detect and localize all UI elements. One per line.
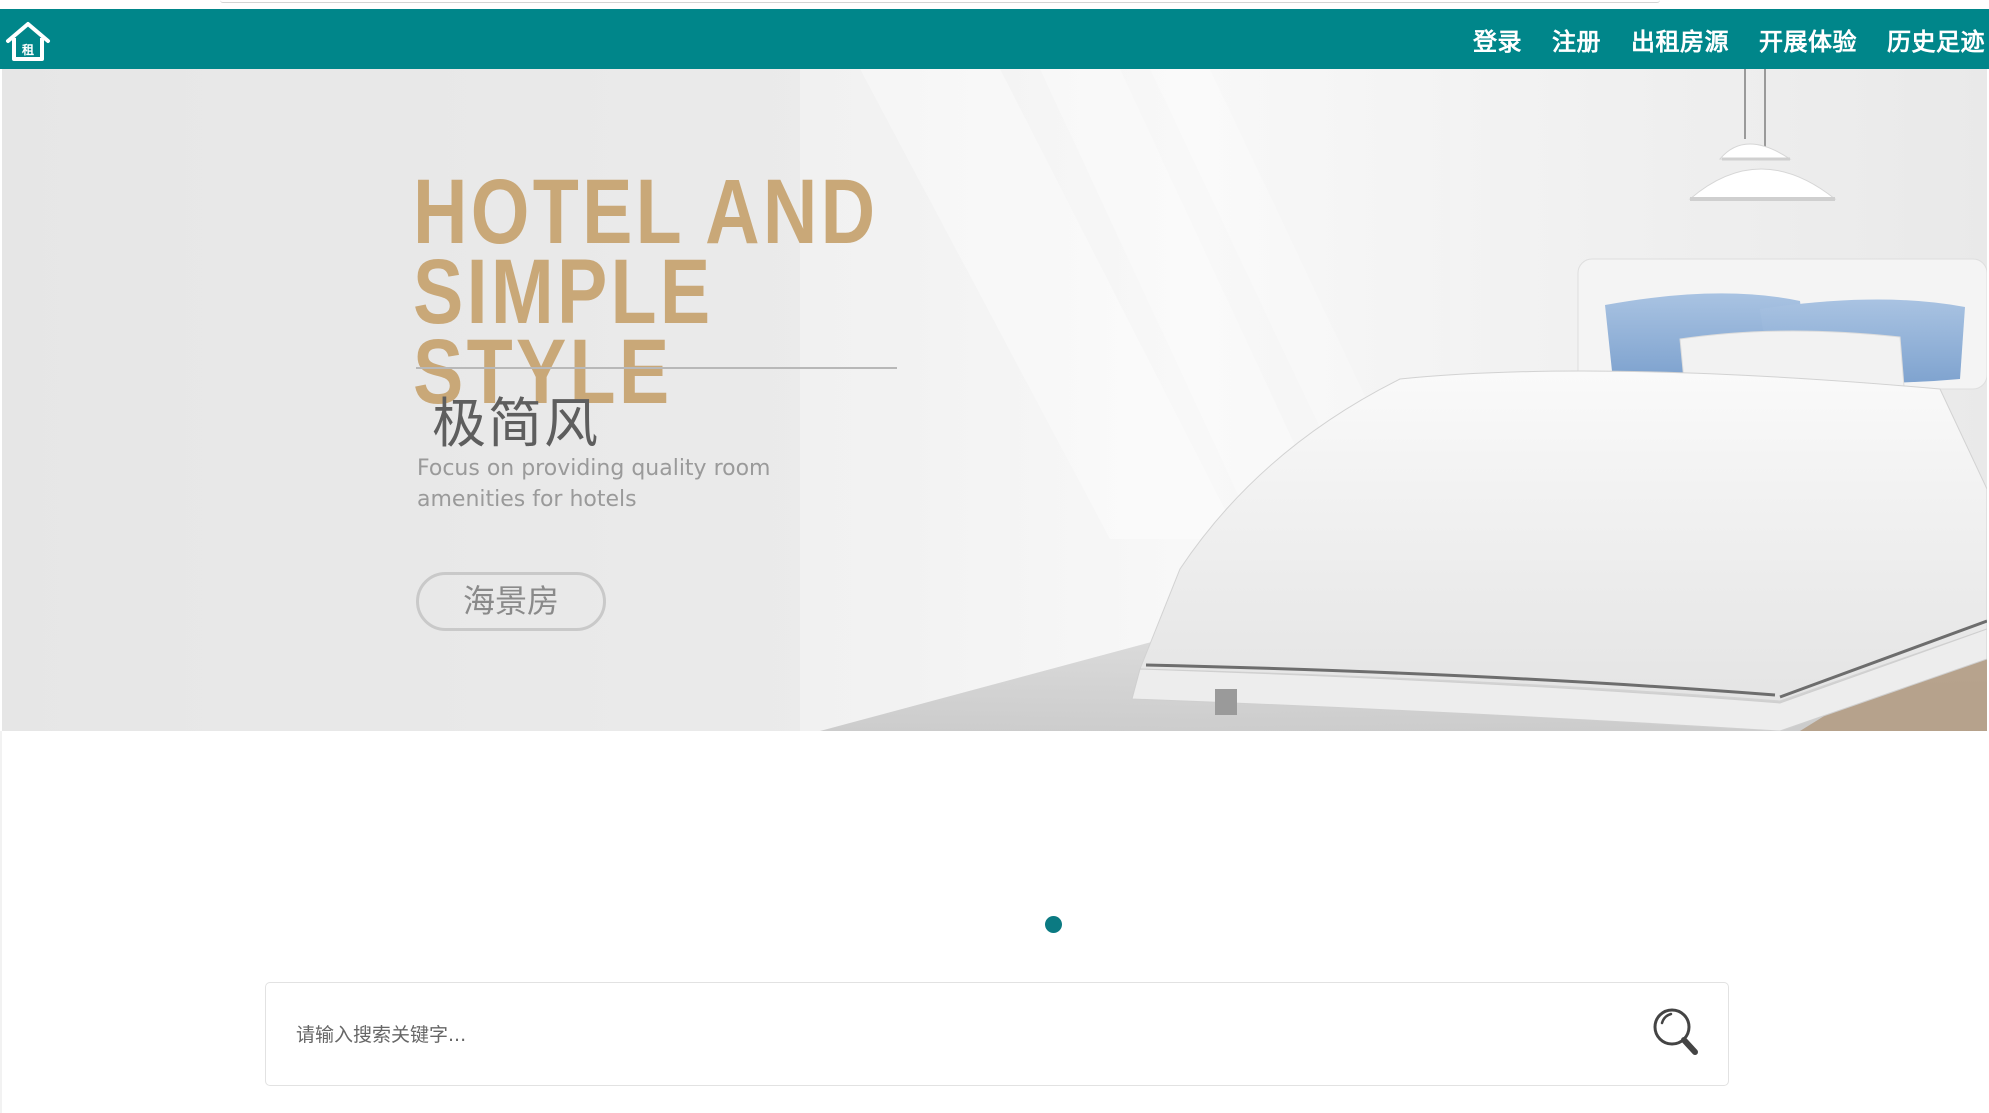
nav-login-link[interactable]: 登录 xyxy=(1473,22,1522,57)
logo-glyph: 租 xyxy=(22,43,34,57)
hero-subtitle-cn: 极简风 xyxy=(432,392,600,455)
hero-description: Focus on providing quality room amenitie… xyxy=(417,453,817,515)
nav-history-link[interactable]: 历史足迹 xyxy=(1887,22,1985,57)
sea-view-room-button[interactable]: 海景房 xyxy=(416,572,606,631)
carousel-indicator-dot[interactable] xyxy=(1045,916,1062,933)
nav-register-link[interactable]: 注册 xyxy=(1552,22,1601,57)
hero-banner[interactable]: HOTEL AND SIMPLE STYLE 极简风 Focus on prov… xyxy=(0,69,1987,731)
browser-top-edge xyxy=(0,0,1989,9)
bedroom-photo xyxy=(0,69,1987,731)
main-nav: 登录 注册 出租房源 开展体验 历史足迹 xyxy=(1473,9,1985,69)
search-icon[interactable] xyxy=(1650,1005,1702,1059)
hero-description-line-2: amenities for hotels xyxy=(417,487,637,512)
hero-divider xyxy=(416,367,897,369)
house-icon[interactable]: 租 xyxy=(4,19,52,65)
hero-description-line-1: Focus on providing quality room xyxy=(417,456,771,481)
nav-experience-link[interactable]: 开展体验 xyxy=(1759,22,1857,57)
hero-title: HOTEL AND SIMPLE STYLE xyxy=(413,161,905,418)
search-input[interactable] xyxy=(296,1013,1596,1057)
search-bar xyxy=(265,982,1729,1086)
hero-title-line-1: HOTEL AND xyxy=(413,161,879,263)
nav-list-property-link[interactable]: 出租房源 xyxy=(1631,22,1729,57)
top-navbar: 租 登录 注册 出租房源 开展体验 历史足迹 xyxy=(0,9,1989,69)
